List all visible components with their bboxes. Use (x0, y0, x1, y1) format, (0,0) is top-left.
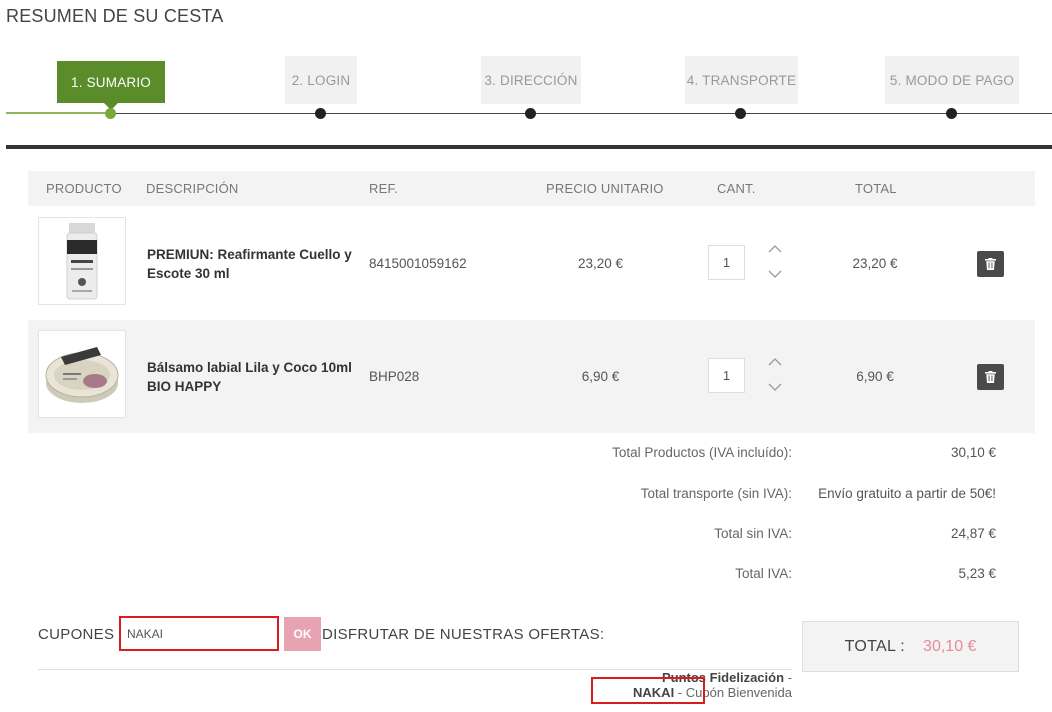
step-login[interactable]: 2. LOGIN (285, 56, 357, 104)
product-total: 23,20 € (852, 256, 898, 271)
step-login-label: 2. LOGIN (291, 72, 351, 88)
header-unit-price: PRECIO UNITARIO (546, 181, 664, 196)
total-box-value: 30,10 € (923, 637, 977, 655)
summary-no-tax-value: 24,87 € (950, 526, 996, 541)
chevron-up-icon[interactable] (767, 355, 783, 367)
step-dot-sumario (105, 108, 116, 119)
summary-tax-label: Total IVA: (735, 566, 792, 581)
chevron-down-icon[interactable] (767, 380, 783, 392)
product-ref: BHP028 (369, 369, 420, 384)
steps-progress-line-done (6, 112, 111, 114)
step-direccion[interactable]: 3. DIRECCIÓN (481, 56, 581, 104)
step-sumario[interactable]: 1. SUMARIO (57, 61, 165, 110)
product-description[interactable]: PREMIUN: Reafirmante Cuello y Escote 30 … (147, 245, 352, 283)
ok-button[interactable]: OK (284, 617, 321, 651)
cart-table-header: PRODUCTO DESCRIPCIÓN REF. PRECIO UNITARI… (28, 171, 1035, 206)
summary-tax-value: 5,23 € (958, 566, 996, 581)
step-dot-transporte (735, 108, 746, 119)
highlight-box (591, 677, 705, 704)
header-qty: CANT. (717, 181, 756, 196)
header-description: DESCRIPCIÓN (146, 181, 239, 196)
product-image[interactable] (38, 330, 126, 418)
table-row: Bálsamo labial Lila y Coco 10ml BIO HAPP… (28, 320, 1035, 433)
section-divider (6, 145, 1052, 149)
step-dot-modo-de-pago (946, 108, 957, 119)
step-transporte[interactable]: 4. TRANSPORTE (685, 56, 798, 104)
header-product: PRODUCTO (46, 181, 122, 196)
coupons-label: CUPONES (38, 626, 115, 643)
header-ref: REF. (369, 181, 398, 196)
product-ref: 8415001059162 (369, 256, 467, 271)
product-unit-price: 23,20 € (577, 256, 624, 271)
summary-no-tax-label: Total sin IVA: (714, 526, 792, 541)
delete-button[interactable] (977, 364, 1004, 390)
delete-button[interactable] (977, 251, 1004, 277)
coupon-input[interactable] (119, 616, 279, 651)
step-modo-de-pago[interactable]: 5. MODO DE PAGO (885, 56, 1019, 104)
product-image[interactable] (38, 217, 126, 305)
total-box: TOTAL : 30,10 € (802, 621, 1019, 672)
chevron-down-icon[interactable] (767, 267, 783, 279)
step-dot-login (315, 108, 326, 119)
trash-icon (985, 371, 996, 383)
quantity-input[interactable]: 1 (708, 245, 745, 280)
trash-icon (985, 258, 996, 270)
step-transporte-label: 4. TRANSPORTE (686, 72, 797, 88)
step-dot-direccion (525, 108, 536, 119)
summary-shipping-value: Envío gratuito a partir de 50€! (818, 486, 996, 501)
step-modo-de-pago-label: 5. MODO DE PAGO (889, 72, 1015, 88)
product-unit-price: 6,90 € (581, 369, 620, 384)
quantity-input[interactable]: 1 (708, 358, 745, 393)
steps-progress-line-todo (111, 113, 1052, 114)
chevron-up-icon[interactable] (767, 242, 783, 254)
offer-suffix: - (784, 670, 792, 685)
step-sumario-label: 1. SUMARIO (70, 74, 151, 90)
total-box-label: TOTAL : (844, 637, 906, 655)
header-total: TOTAL (855, 181, 897, 196)
table-row: PREMIUN: Reafirmante Cuello y Escote 30 … (28, 207, 1035, 320)
summary-shipping-label: Total transporte (sin IVA): (640, 486, 792, 501)
summary-products-value: 30,10 € (950, 445, 996, 460)
page-title: RESUMEN DE SU CESTA (6, 6, 224, 26)
summary-products-label: Total Productos (IVA incluído): (612, 445, 792, 460)
product-total: 6,90 € (856, 369, 894, 384)
offers-label: DISFRUTAR DE NUESTRAS OFERTAS: (322, 626, 605, 643)
product-description[interactable]: Bálsamo labial Lila y Coco 10ml BIO HAPP… (147, 358, 352, 396)
step-direccion-label: 3. DIRECCIÓN (484, 72, 578, 88)
